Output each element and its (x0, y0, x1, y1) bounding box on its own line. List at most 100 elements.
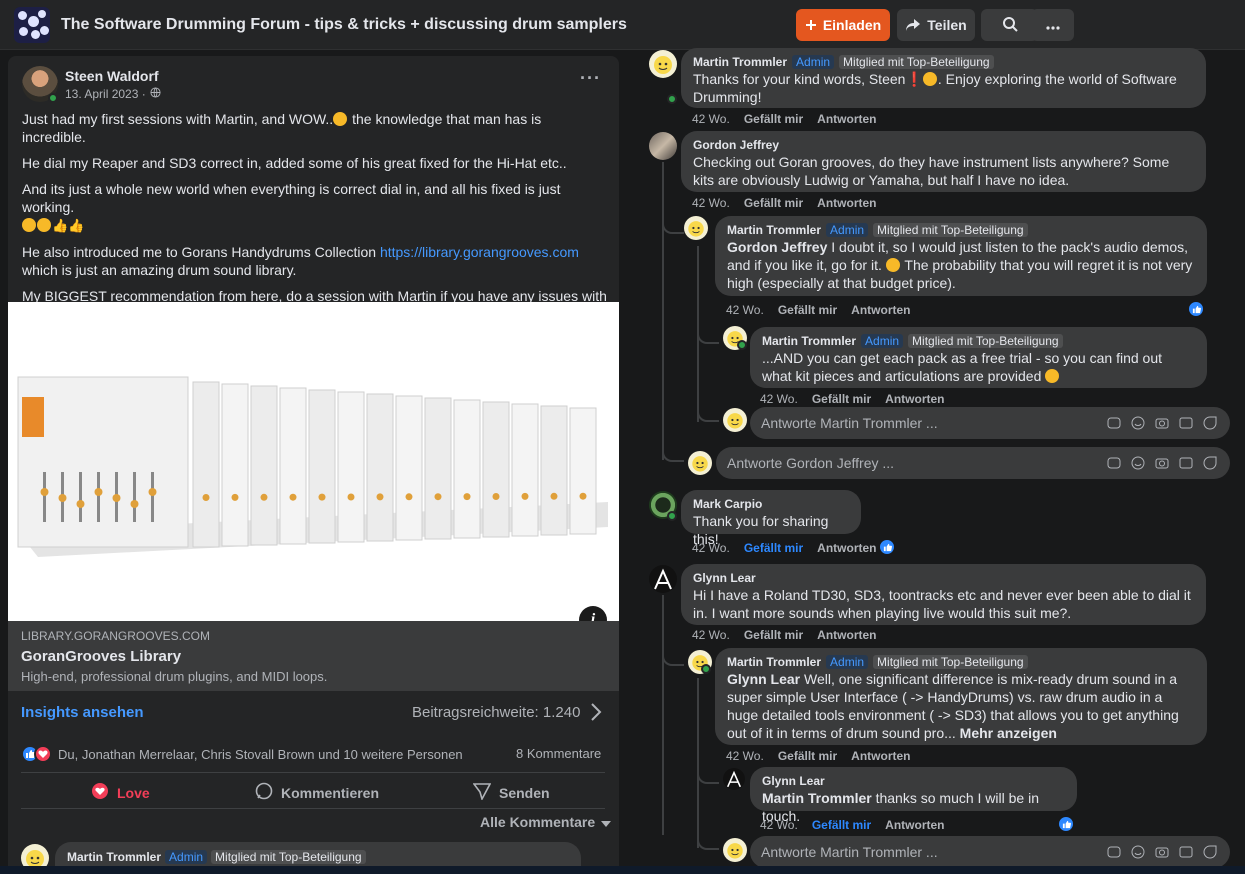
my-avatar[interactable] (723, 408, 747, 432)
emoji-icon[interactable] (1130, 844, 1146, 860)
commenter-name[interactable]: Martin Trommler (762, 334, 856, 348)
mention-link[interactable]: Gordon Jeffrey (727, 239, 827, 255)
comment-actions: 42 Wo. Gefällt mir Antworten (760, 392, 945, 406)
commenter-name[interactable]: Martin Trommler (727, 223, 821, 237)
comment-time[interactable]: 42 Wo. (692, 628, 730, 642)
group-logo[interactable] (14, 7, 50, 43)
post-reach[interactable]: Beitragsreichweite: 1.240 (412, 704, 580, 721)
comment-time[interactable]: 42 Wo. (692, 196, 730, 210)
sticker-icon[interactable] (1106, 844, 1122, 860)
comment-time[interactable]: 42 Wo. (760, 392, 798, 406)
reply-comment-button[interactable]: Antworten (851, 303, 910, 317)
library-link[interactable]: https://library.gorangrooves.com (380, 244, 579, 260)
mention-link[interactable]: Glynn Lear (727, 671, 800, 687)
comment-actions: 42 Wo. Gefällt mir Antworten (726, 749, 911, 763)
search-button[interactable] (981, 9, 1038, 41)
reply-input[interactable]: Antworte Gordon Jeffrey ... (716, 447, 1230, 479)
like-comment-button[interactable]: Gefällt mir (778, 749, 837, 763)
reply-comment-button[interactable]: Antworten (817, 541, 876, 555)
gif-icon[interactable] (1178, 844, 1194, 860)
reply-comment-button[interactable]: Antworten (851, 749, 910, 763)
camera-icon[interactable] (1154, 844, 1170, 860)
sticker-face-icon[interactable] (1202, 844, 1218, 860)
emoji-icon[interactable] (1130, 415, 1146, 431)
my-avatar[interactable] (688, 451, 712, 475)
reply-comment-button[interactable]: Antworten (817, 628, 876, 642)
commenter-name[interactable]: Glynn Lear (693, 571, 756, 585)
group-title[interactable]: The Software Drumming Forum - tips & tri… (61, 16, 627, 34)
like-comment-button[interactable]: Gefällt mir (744, 112, 803, 126)
sticker-face-icon[interactable] (1202, 415, 1218, 431)
gif-icon[interactable] (1178, 415, 1194, 431)
reply-comment-button[interactable]: Antworten (817, 112, 876, 126)
sticker-icon[interactable] (1106, 455, 1122, 471)
reply-input[interactable]: Antworte Martin Trommler ... (750, 836, 1230, 868)
my-avatar[interactable] (723, 838, 747, 862)
reply-input[interactable]: Antworte Martin Trommler ... (750, 407, 1230, 439)
mention-link[interactable]: Martin Trommler (762, 790, 872, 806)
like-reaction-icon[interactable] (879, 539, 895, 555)
sticker-icon[interactable] (1106, 415, 1122, 431)
like-comment-button[interactable]: Gefällt mir (744, 541, 803, 555)
insights-link[interactable]: Insights ansehen (21, 704, 144, 721)
camera-icon[interactable] (1154, 455, 1170, 471)
comment-time[interactable]: 42 Wo. (726, 749, 764, 763)
send-label: Senden (499, 784, 550, 801)
thumbs-up-emoji-icon: 👍 (68, 218, 85, 233)
sticker-face-icon[interactable] (1202, 455, 1218, 471)
smile-emoji-icon (922, 72, 937, 86)
comment-bubble: Mark Carpio Thank you for sharing this! (681, 490, 861, 547)
like-comment-button[interactable]: Gefällt mir (812, 818, 871, 832)
comment-time[interactable]: 42 Wo. (760, 818, 798, 832)
commenter-name[interactable]: Martin Trommler (67, 850, 161, 864)
post-date[interactable]: 13. April 2023 · (65, 87, 161, 101)
love-button[interactable]: Love (91, 782, 150, 803)
comment-text: Hi I have a Roland TD30, SD3, toontracks… (693, 587, 1191, 621)
reaction-summary[interactable]: Du, Jonathan Merrelaar, Chris Stovall Br… (21, 745, 463, 763)
share-button[interactable]: Teilen (897, 9, 975, 41)
admin-badge: Admin (861, 334, 904, 348)
like-comment-button[interactable]: Gefällt mir (744, 196, 803, 210)
commenter-avatar[interactable] (649, 565, 677, 593)
like-reaction-icon[interactable] (1188, 301, 1204, 317)
smile-emoji-icon (1045, 369, 1060, 383)
comment-sort-dropdown[interactable]: Alle Kommentare (480, 814, 612, 830)
comment-time[interactable]: 42 Wo. (692, 541, 730, 555)
emoji-icon[interactable] (1130, 455, 1146, 471)
gif-icon[interactable] (1178, 455, 1194, 471)
chevron-right-icon[interactable] (590, 702, 602, 725)
commenter-name[interactable]: Glynn Lear (762, 774, 825, 788)
invite-button[interactable]: Einladen (796, 9, 890, 41)
scrollbar[interactable] (620, 50, 630, 874)
commenter-avatar[interactable] (649, 50, 677, 78)
reply-comment-button[interactable]: Antworten (885, 818, 944, 832)
comment-count[interactable]: 8 Kommentare (516, 746, 601, 761)
link-preview-image[interactable] (8, 302, 619, 621)
more-options-button[interactable] (1031, 9, 1074, 41)
post-author[interactable]: Steen Waldorf (65, 68, 159, 84)
commenter-name[interactable]: Martin Trommler (727, 655, 821, 669)
commenter-avatar[interactable] (723, 768, 745, 790)
link-preview-meta[interactable]: LIBRARY.GORANGROOVES.COM GoranGrooves Li… (8, 621, 619, 691)
comment-bubble-icon (255, 782, 273, 803)
reply-comment-button[interactable]: Antworten (817, 196, 876, 210)
commenter-avatar[interactable] (649, 132, 677, 160)
commenter-avatar[interactable] (684, 216, 708, 240)
like-comment-button[interactable]: Gefällt mir (812, 392, 871, 406)
send-button[interactable]: Senden (472, 782, 550, 803)
commenter-name[interactable]: Martin Trommler (693, 55, 787, 69)
taskbar-edge (0, 866, 1245, 874)
like-comment-button[interactable]: Gefällt mir (778, 303, 837, 317)
post-options-icon[interactable]: ··· (580, 68, 601, 89)
commenter-name[interactable]: Gordon Jeffrey (693, 138, 779, 152)
comment-time[interactable]: 42 Wo. (726, 303, 764, 317)
reply-comment-button[interactable]: Antworten (885, 392, 944, 406)
camera-icon[interactable] (1154, 415, 1170, 431)
link-title: GoranGrooves Library (21, 648, 182, 665)
comment-time[interactable]: 42 Wo. (692, 112, 730, 126)
see-more-link[interactable]: Mehr anzeigen (956, 725, 1057, 741)
like-comment-button[interactable]: Gefällt mir (744, 628, 803, 642)
like-reaction-icon[interactable] (1058, 816, 1074, 832)
comment-button[interactable]: Kommentieren (255, 782, 379, 803)
commenter-name[interactable]: Mark Carpio (693, 497, 762, 511)
